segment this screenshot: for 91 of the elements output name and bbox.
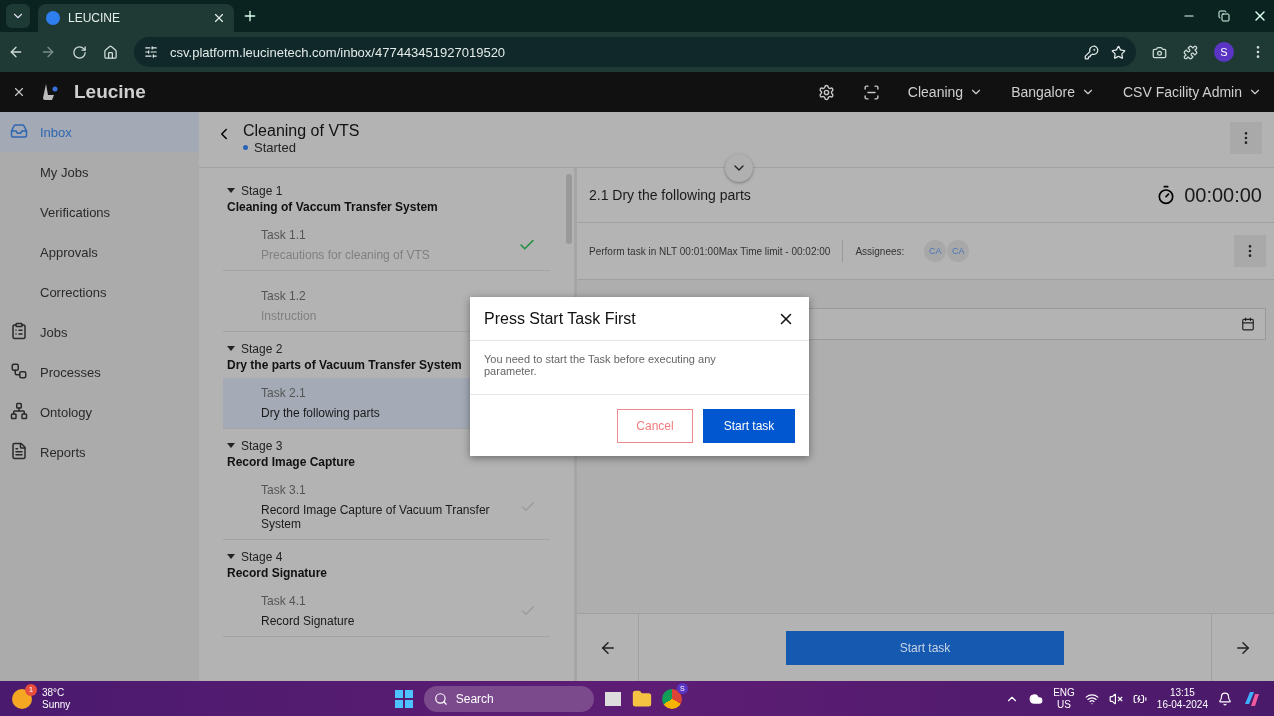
sidebar-item[interactable]: My Jobs xyxy=(0,152,199,192)
header-dropdown[interactable]: Cleaning xyxy=(907,84,984,100)
stage-name: Record Signature xyxy=(227,566,328,580)
close-icon[interactable] xyxy=(12,85,26,99)
favicon-icon xyxy=(46,11,60,25)
stage-label[interactable]: Stage 4 xyxy=(227,550,283,564)
calendar-icon[interactable] xyxy=(1241,317,1255,331)
wifi-icon[interactable] xyxy=(1084,691,1099,706)
restore-icon[interactable] xyxy=(1218,10,1230,22)
home-icon[interactable] xyxy=(103,44,118,60)
assignee-avatar: CA xyxy=(947,240,970,262)
window-icon[interactable] xyxy=(603,690,622,707)
stage-label[interactable]: Stage 1 xyxy=(227,184,283,198)
workflow-icon xyxy=(10,361,28,380)
taskbar-search[interactable]: Search xyxy=(423,685,594,712)
caret-icon xyxy=(227,553,235,561)
profile-avatar[interactable]: S xyxy=(1214,42,1234,62)
caret-icon xyxy=(227,442,235,450)
task-name: Dry the following parts xyxy=(261,406,380,420)
reload-icon[interactable] xyxy=(72,44,87,60)
scan-icon[interactable] xyxy=(862,83,880,101)
sidebar-item[interactable]: Corrections xyxy=(0,272,199,312)
cloud-icon[interactable] xyxy=(1029,691,1044,706)
language[interactable]: ENG xyxy=(1053,686,1075,699)
stage-label[interactable]: Stage 2 xyxy=(227,342,283,356)
inbox-icon xyxy=(10,121,28,140)
forward-icon[interactable] xyxy=(40,44,56,60)
back-icon[interactable] xyxy=(8,44,24,60)
sidebar-item[interactable]: Verifications xyxy=(0,192,199,232)
hierarchy-icon xyxy=(10,401,28,420)
weather-icon[interactable] xyxy=(12,688,32,709)
sidebar-item[interactable]: Processes xyxy=(0,352,199,392)
notification-badge: 1 xyxy=(25,683,37,696)
clock-date[interactable]: 16-04-2024 xyxy=(1156,698,1208,711)
timing-text: Perform task in NLT 00:01:00Max Time limit - 00:02:00 xyxy=(589,245,831,257)
folder-icon[interactable] xyxy=(631,688,652,709)
stage-name: Dry the parts of Vacuum Transfer System xyxy=(227,358,462,372)
job-title: Cleaning of VTS xyxy=(243,122,361,140)
caret-icon xyxy=(227,345,235,353)
address-field[interactable]: csv.platform.leucinetech.com/inbox/477443451927019520 xyxy=(134,37,1136,67)
timer: 00:00:00 xyxy=(1184,183,1262,207)
bookmark-star-icon[interactable] xyxy=(1111,44,1126,60)
extensions-icon[interactable] xyxy=(1183,44,1198,60)
header-dropdown[interactable]: CSV Facility Admin xyxy=(1122,84,1262,100)
clock-time[interactable]: 13:15 xyxy=(1169,686,1195,699)
sidebar-item[interactable]: Approvals xyxy=(0,232,199,272)
camera-icon[interactable] xyxy=(1152,44,1167,60)
start-task-button[interactable]: Start task xyxy=(703,408,795,443)
task-number: Task 3.1 xyxy=(261,483,306,497)
bell-icon[interactable] xyxy=(1218,691,1232,706)
sidebar-item[interactable]: Reports xyxy=(0,432,199,472)
job-status: Started xyxy=(243,140,1220,155)
temperature: 38°C xyxy=(42,686,65,699)
dialog-message: You need to start the Task before executing any parameter. xyxy=(470,341,809,395)
brand-name: Leucine xyxy=(74,81,146,103)
sidebar-item[interactable]: Jobs xyxy=(0,312,199,352)
region[interactable]: US xyxy=(1057,698,1071,711)
site-settings-icon[interactable] xyxy=(144,45,158,59)
clipboard-icon xyxy=(10,321,28,340)
task-item[interactable]: Task 4.1 Record Signature xyxy=(223,586,550,637)
weather-condition: Sunny xyxy=(42,698,71,711)
stage-label[interactable]: Stage 3 xyxy=(227,439,283,453)
report-icon xyxy=(10,441,28,460)
task-item[interactable]: Task 3.1 Record Image Capture of Vacuum Transfer System xyxy=(223,475,550,540)
stage-name: Cleaning of Vaccum Transfer System xyxy=(227,200,438,214)
task-number: Task 2.1 xyxy=(261,386,306,400)
new-tab-icon[interactable] xyxy=(242,8,258,24)
task-name: Record Image Capture of Vacuum Transfer System xyxy=(261,503,491,531)
task-number: Task 1.1 xyxy=(261,228,306,242)
browser-icon[interactable] xyxy=(661,688,682,709)
header-dropdown[interactable]: Bangalore xyxy=(1011,84,1095,100)
tab-list-button[interactable] xyxy=(6,4,30,28)
caret-icon xyxy=(227,187,235,195)
date-time-field[interactable] xyxy=(807,308,1266,340)
task-number: Task 4.1 xyxy=(261,594,306,608)
windows-icon[interactable] xyxy=(393,688,414,709)
assignee-avatar: CA xyxy=(924,240,947,262)
browser-tab[interactable]: LEUCINE xyxy=(38,4,234,32)
task-name: Record Signature xyxy=(261,614,355,628)
key-icon[interactable] xyxy=(1084,44,1099,60)
scrollbar-thumb[interactable] xyxy=(566,174,572,244)
task-number: Task 1.2 xyxy=(261,289,306,303)
assignees-label: Assignees: xyxy=(855,245,905,257)
stage-name: Record Image Capture xyxy=(227,455,356,469)
task-title: 2.1 Dry the following parts xyxy=(589,187,752,203)
settings-icon[interactable] xyxy=(817,83,835,101)
sidebar-item[interactable]: Ontology xyxy=(0,392,199,432)
muted-speaker-icon[interactable] xyxy=(1108,691,1123,706)
search-icon xyxy=(433,691,448,706)
start-task-button[interactable]: Start task xyxy=(786,630,1064,665)
close-icon[interactable] xyxy=(212,11,226,25)
